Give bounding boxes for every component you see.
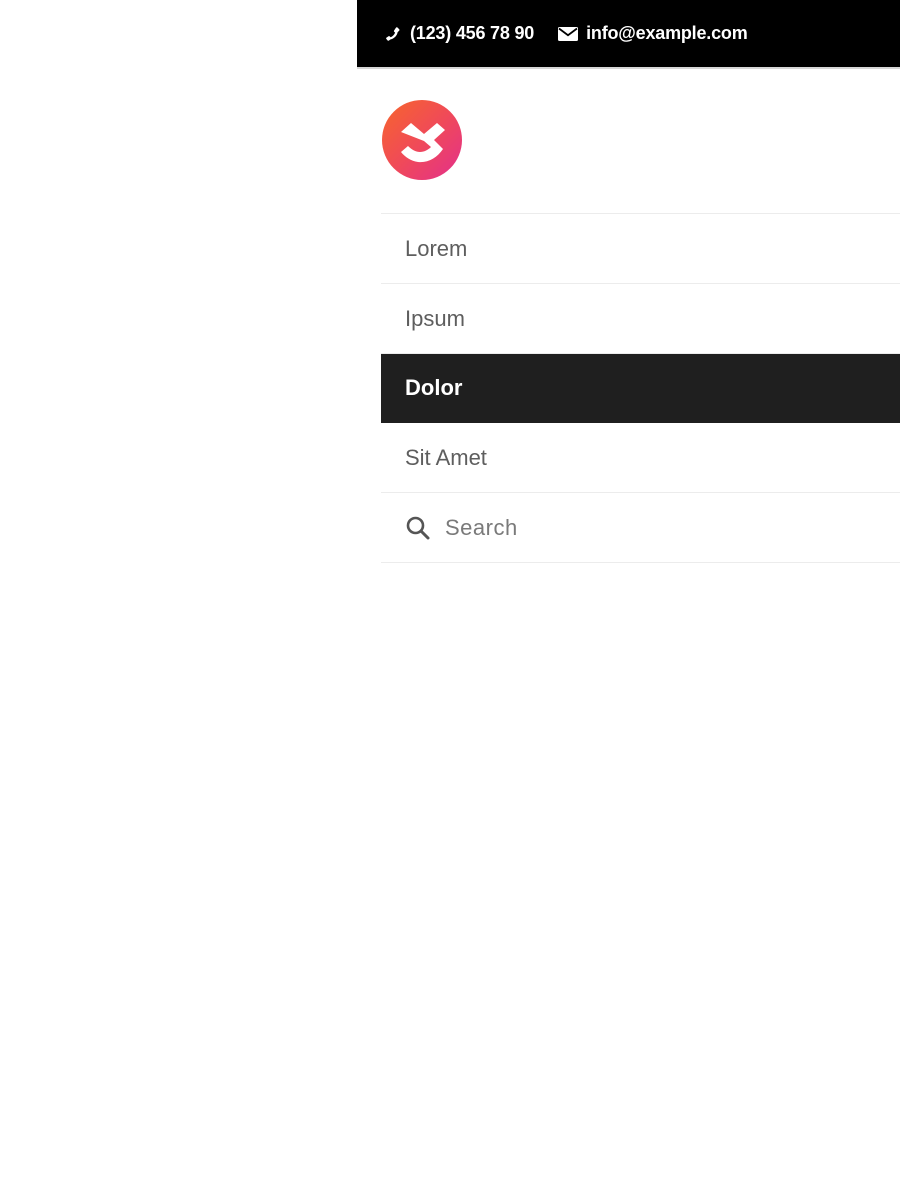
menu-item-label: Dolor [405, 375, 463, 400]
email-address: info@example.com [586, 23, 748, 43]
contact-topbar: (123) 456 78 90 info@example.com [357, 0, 900, 69]
menu-item-ipsum[interactable]: Ipsum [381, 284, 900, 354]
envelope-icon [558, 26, 579, 42]
menu-item-lorem[interactable]: Lorem [381, 214, 900, 284]
left-blank-area [0, 0, 357, 1200]
menu-item-label: Lorem [405, 235, 468, 261]
phone-icon [385, 26, 401, 42]
mobile-menu: Lorem Ipsum Dolor Sit Amet Search [381, 213, 900, 563]
page: (123) 456 78 90 info@example.com Lorem I… [0, 0, 900, 1200]
mobile-view: (123) 456 78 90 info@example.com Lorem I… [357, 0, 900, 1200]
menu-item-dolor[interactable]: Dolor [381, 354, 900, 423]
phone-contact[interactable]: (123) 456 78 90 [385, 23, 534, 44]
email-contact[interactable]: info@example.com [558, 23, 748, 44]
search-icon [405, 515, 431, 541]
search-label: Search [445, 514, 518, 540]
brand-logo[interactable] [382, 100, 462, 180]
menu-item-label: Ipsum [405, 305, 465, 331]
menu-item-label: Sit Amet [405, 444, 487, 470]
menu-item-sit-amet[interactable]: Sit Amet [381, 423, 900, 493]
phone-number: (123) 456 78 90 [410, 23, 535, 43]
header [357, 69, 900, 213]
menu-search[interactable]: Search [381, 493, 900, 563]
